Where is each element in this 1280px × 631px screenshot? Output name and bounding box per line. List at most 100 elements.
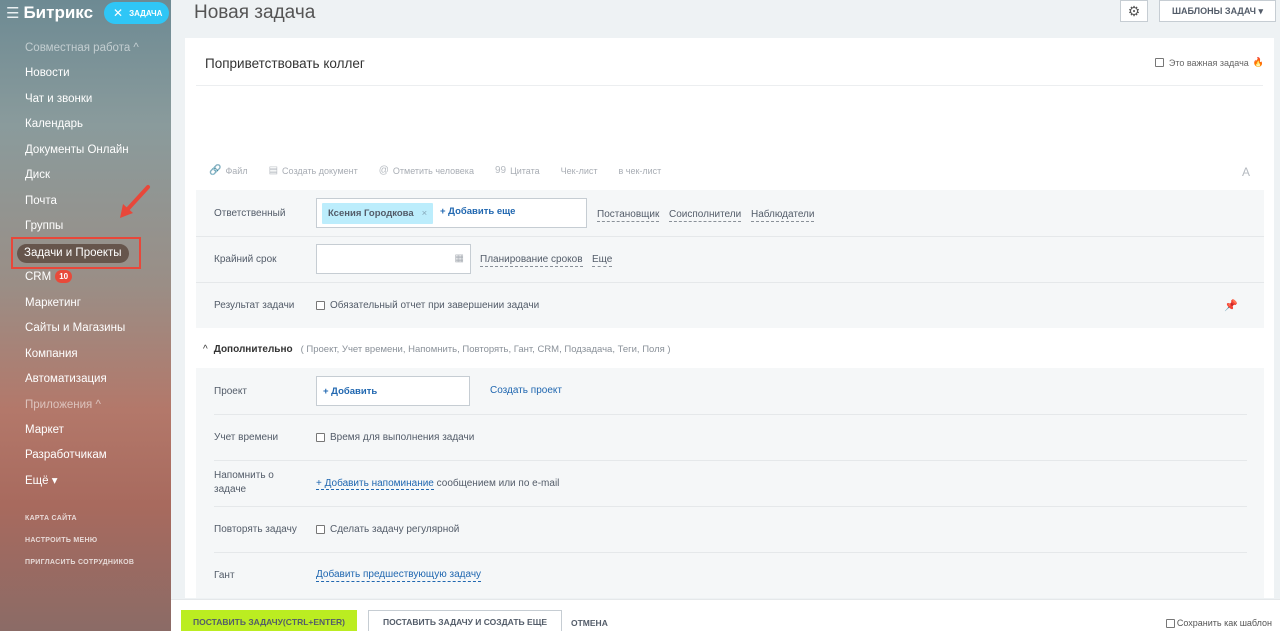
toolbar-to-checklist[interactable]: в чек-лист	[618, 165, 661, 176]
templates-button[interactable]: ШАБЛОНЫ ЗАДАЧ ▾	[1159, 0, 1276, 22]
link-coexecutors[interactable]: Соисполнители	[669, 209, 742, 222]
time-checkbox-row[interactable]: Время для выполнения задачи	[316, 432, 474, 443]
submit-and-create-button[interactable]: ПОСТАВИТЬ ЗАДАЧУ И СОЗДАТЬ ЕЩЕ	[368, 610, 562, 631]
cancel-button[interactable]: ОТМЕНА	[571, 618, 608, 628]
sidebar-section-collab[interactable]: Совместная работа ^	[0, 36, 171, 61]
paperclip-icon: 🔗	[209, 165, 222, 176]
sidebar-item-marketing[interactable]: Маркетинг	[0, 291, 171, 317]
deadline-input[interactable]: ▦	[316, 244, 471, 274]
sidebar-section-apps[interactable]: Приложения ^	[0, 393, 171, 418]
task-pill-label: ЗАДАЧА	[129, 8, 163, 18]
responsible-label: Ответственный	[214, 208, 286, 219]
sidebar-item-company[interactable]: Компания	[0, 342, 171, 368]
link-observers[interactable]: Наблюдатели	[751, 209, 815, 222]
gear-icon: ⚙	[1127, 2, 1141, 19]
document-icon: ▤	[268, 165, 279, 176]
left-sidebar: ☰ Битрикс ✕ ЗАДАЧА Совместная работа ^ Н…	[0, 0, 171, 631]
repeat-label: Повторять задачу	[214, 524, 297, 535]
save-template-checkbox[interactable]	[1165, 618, 1175, 628]
task-form-card: Поприветствовать коллег Это важная задач…	[185, 38, 1274, 598]
add-project[interactable]: + Добавить	[323, 386, 377, 397]
add-predecessor-link[interactable]: Добавить предшествующую задачу	[316, 569, 482, 582]
save-template-label: Сохранить как шаблон	[1176, 618, 1272, 628]
title-divider	[196, 85, 1263, 86]
link-planning[interactable]: Планирование сроков	[480, 254, 583, 267]
result-checkbox[interactable]	[316, 301, 325, 310]
row-separator	[214, 552, 1247, 553]
toolbar-checklist[interactable]: Чек-лист	[561, 165, 598, 176]
result-checkbox-label: Обязательный отчет при завершении задачи	[330, 300, 540, 311]
sidebar-item-tasks-label: Задачи и Проекты	[17, 243, 129, 263]
sidebar-item-docs[interactable]: Документы Онлайн	[0, 138, 171, 164]
crm-counter-badge: 10	[55, 270, 73, 284]
calendar-icon[interactable]: ▦	[455, 253, 464, 264]
sidebar-item-crm[interactable]: CRM 10	[0, 265, 171, 291]
responsible-chip[interactable]: Ксения Городкова ×	[322, 203, 434, 224]
remind-label: Напомнить о задаче	[214, 469, 274, 497]
submit-task-button[interactable]: ПОСТАВИТЬ ЗАДАЧУ(CTRL+ENTER)	[181, 610, 357, 631]
save-as-template-toggle[interactable]: Сохранить как шаблон	[1165, 618, 1272, 628]
row-separator	[214, 506, 1247, 507]
important-task-toggle[interactable]: Это важная задача 🔥	[1154, 57, 1264, 68]
add-more-responsible[interactable]: + Добавить еще	[440, 206, 515, 217]
task-title-input[interactable]: Поприветствовать коллег	[205, 56, 365, 71]
settings-button[interactable]: ⚙	[1120, 0, 1148, 22]
toolbar-quote[interactable]: 99 Цитата	[495, 165, 540, 176]
toolbar-create-doc[interactable]: ▤ Создать документ	[269, 165, 358, 176]
toolbar-checklist-label: Чек-лист	[560, 165, 598, 176]
responsible-field[interactable]: Ксения Городкова × + Добавить еще	[316, 198, 587, 228]
flame-icon: 🔥	[1252, 57, 1264, 67]
sidebar-item-calendar[interactable]: Календарь	[0, 112, 171, 138]
link-more-deadline[interactable]: Еще	[592, 254, 613, 267]
sidebar-item-chat[interactable]: Чат и звонки	[0, 87, 171, 113]
time-checkbox[interactable]	[316, 433, 325, 442]
toolbar-quote-label: Цитата	[510, 165, 540, 176]
chip-remove-icon[interactable]: ×	[422, 208, 428, 219]
close-icon: ✕	[113, 6, 124, 20]
font-format-icon[interactable]: A	[1242, 165, 1250, 179]
form-footer: ПОСТАВИТЬ ЗАДАЧУ(CTRL+ENTER) ПОСТАВИТЬ З…	[171, 599, 1280, 631]
editor-toolbar: 🔗 Файл ▤ Создать документ @ Отметить челове…	[209, 165, 682, 176]
remind-label-line2: задаче	[214, 484, 247, 495]
repeat-checkbox-label: Сделать задачу регулярной	[330, 524, 460, 535]
chevron-up-icon: ^	[203, 344, 208, 355]
toolbar-file-label: Файл	[225, 165, 248, 176]
toolbar-mention[interactable]: @ Отметить человека	[379, 165, 474, 176]
repeat-checkbox-row[interactable]: Сделать задачу регулярной	[316, 524, 459, 535]
row-separator	[196, 236, 1264, 237]
row-separator	[214, 460, 1247, 461]
remind-suffix: сообщением или по e-mail	[433, 478, 560, 489]
sidebar-link-sitemap[interactable]: КАРТА САЙТА	[0, 508, 171, 530]
deadline-label: Крайний срок	[214, 254, 277, 265]
sidebar-item-crm-label: CRM	[25, 271, 52, 283]
sidebar-link-invite[interactable]: ПРИГЛАСИТЬ СОТРУДНИКОВ	[0, 552, 171, 574]
sidebar-item-tasks[interactable]: Задачи и Проекты	[0, 236, 171, 269]
pin-icon[interactable]: 📌	[1224, 299, 1238, 312]
link-creator[interactable]: Постановщик	[597, 209, 660, 222]
toolbar-file[interactable]: 🔗 Файл	[209, 165, 248, 176]
toolbar-to-checklist-label: в чек-лист	[618, 165, 662, 176]
project-field[interactable]: + Добавить	[316, 376, 470, 406]
result-checkbox-row[interactable]: Обязательный отчет при завершении задачи	[316, 300, 539, 311]
close-task-pill[interactable]: ✕ ЗАДАЧА	[104, 2, 169, 24]
at-icon: @	[378, 165, 389, 176]
sidebar-item-developers[interactable]: Разработчикам	[0, 443, 171, 469]
project-label: Проект	[214, 386, 247, 397]
remind-label-line1: Напомнить о	[214, 470, 274, 481]
additional-toggle[interactable]: ^ Дополнительно ( Проект, Учет времени, …	[203, 344, 671, 355]
sidebar-item-automation[interactable]: Автоматизация	[0, 367, 171, 393]
menu-icon[interactable]: ☰	[6, 4, 19, 22]
additional-heading: Дополнительно	[213, 344, 293, 355]
page-title: Новая задача	[194, 2, 316, 23]
create-project-link[interactable]: Создать проект	[490, 385, 562, 396]
sidebar-item-more[interactable]: Ещё ▾	[0, 469, 171, 495]
important-checkbox[interactable]	[1154, 58, 1164, 67]
sidebar-link-configure-menu[interactable]: НАСТРОИТЬ МЕНЮ	[0, 530, 171, 552]
sidebar-item-news[interactable]: Новости	[0, 61, 171, 87]
sidebar-item-sites[interactable]: Сайты и Магазины	[0, 316, 171, 342]
sidebar-item-market[interactable]: Маркет	[0, 418, 171, 444]
row-separator	[196, 282, 1264, 283]
repeat-checkbox[interactable]	[316, 525, 325, 534]
result-label: Результат задачи	[214, 300, 295, 311]
add-reminder-link[interactable]: + Добавить напоминание	[316, 478, 434, 490]
